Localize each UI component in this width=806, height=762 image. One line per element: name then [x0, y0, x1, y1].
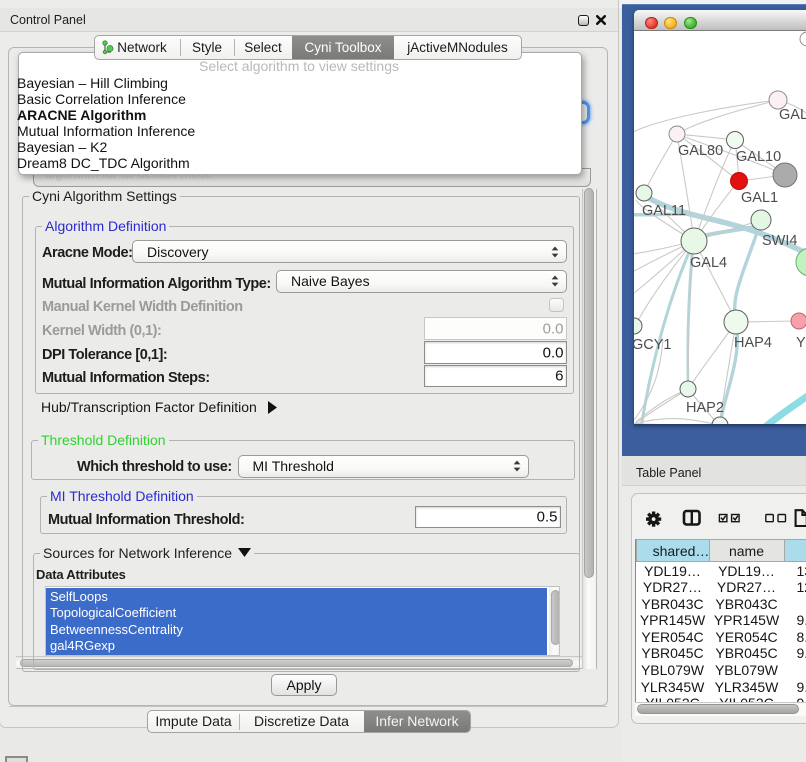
svg-text:GCY1: GCY1: [634, 337, 672, 353]
svg-text:GAL2: GAL2: [779, 107, 806, 123]
svg-text:GAL11: GAL11: [642, 203, 686, 219]
svg-text:HAP4: HAP4: [734, 335, 772, 351]
svg-text:SWI4: SWI4: [762, 233, 797, 249]
svg-text:Y: Y: [796, 335, 806, 351]
svg-text:GAL80: GAL80: [678, 143, 723, 159]
svg-text:GAL10: GAL10: [736, 149, 781, 165]
svg-text:GAL4: GAL4: [690, 255, 727, 271]
svg-text:HAP2: HAP2: [686, 400, 724, 416]
svg-text:GAL1: GAL1: [741, 190, 778, 206]
